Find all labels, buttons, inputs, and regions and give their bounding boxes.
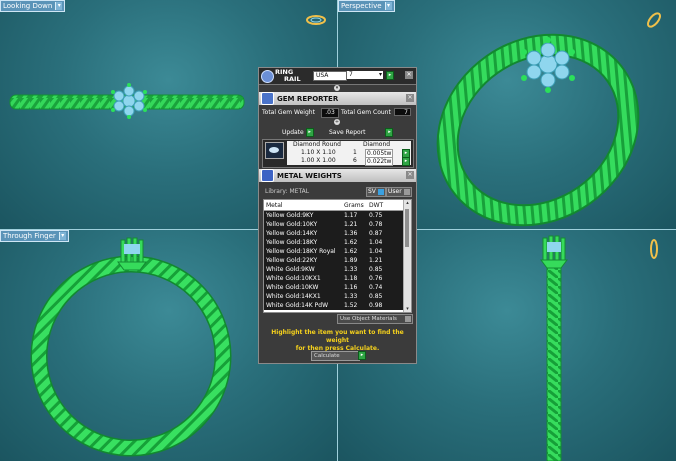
- close-icon[interactable]: ✕: [406, 94, 414, 102]
- cell-metal: White Gold:10KX1: [266, 275, 321, 282]
- total-gem-count-field[interactable]: 7: [394, 108, 411, 116]
- update-button[interactable]: Update ▸: [282, 128, 314, 137]
- cell-metal: Yellow Gold:14KY: [266, 230, 318, 237]
- collapse-arrow[interactable]: ▾: [334, 85, 340, 91]
- scroll-thumb[interactable]: [405, 209, 409, 247]
- total-gem-weight-label: Total Gem Weight: [262, 109, 315, 116]
- cell-metal: Yellow Gold:18KY: [266, 239, 318, 246]
- cell-metal: Yellow Gold:10KY: [266, 221, 318, 228]
- ring-icon: [261, 70, 274, 83]
- cell-metal: White Gold:14KX1: [266, 293, 321, 300]
- save-report-go-icon[interactable]: ▸: [385, 128, 394, 137]
- cell-metal: White Gold:14K PdW: [266, 302, 329, 309]
- cell-grams: 1.89: [344, 257, 358, 264]
- update-go-icon[interactable]: ▸: [305, 128, 314, 137]
- metal-weights-table: Metal Grams DWT Yellow Gold:9KY 1.17 0.75 Y…: [263, 199, 412, 313]
- metal-weights-header[interactable]: METAL WEIGHTS ✕: [259, 169, 416, 182]
- gem-table-col-type: Diamond: [363, 141, 391, 148]
- calculate-go-icon[interactable]: ▸: [358, 351, 366, 360]
- cell-dwt: 0.74: [369, 284, 383, 291]
- cell-grams: 1.62: [344, 239, 358, 246]
- library-label: Library: METAL: [265, 188, 310, 195]
- ring-rail-section: RING RAIL USA 7 ▾ ▸ ✕: [259, 68, 416, 85]
- cell-grams: 1.17: [344, 212, 358, 219]
- cell-dwt: 1.04: [369, 248, 383, 255]
- save-report-button[interactable]: Save Report ▸: [329, 128, 394, 137]
- table-row[interactable]: White Gold:14K PdW 1.52 0.98: [264, 301, 403, 311]
- cell-metal: Yellow Gold:22KY: [266, 257, 318, 264]
- cell-grams: 1.18: [344, 275, 358, 282]
- total-gem-count-label: Total Gem Count: [341, 109, 391, 116]
- cell-dwt: 0.75: [369, 212, 383, 219]
- cell-grams: 1.36: [344, 230, 358, 237]
- toggle-indicator: [403, 188, 410, 195]
- scroll-down-icon[interactable]: ▾: [404, 306, 411, 312]
- cell-grams: 1.33: [344, 266, 358, 273]
- gem-table-row[interactable]: 1.00 X 1.00 6 0.022tw ▸: [287, 157, 411, 166]
- chevron-down-icon[interactable]: ▾: [379, 71, 382, 79]
- gem-table: Diamond Round Diamond 1.10 X 1.10 1 0.00…: [262, 139, 414, 168]
- cell-dwt: 0.85: [369, 293, 383, 300]
- ring-size-select[interactable]: 7 ▾: [347, 71, 383, 79]
- cell-dwt: 0.76: [369, 275, 383, 282]
- total-gem-weight-field[interactable]: .03: [321, 108, 339, 118]
- gem-reporter-icon: [261, 92, 274, 105]
- collapse-arrow[interactable]: +: [334, 119, 340, 125]
- metal-weights-icon: [261, 169, 274, 182]
- scroll-up-icon[interactable]: ▴: [404, 200, 411, 206]
- checkbox-icon[interactable]: [405, 316, 411, 322]
- cell-grams: 1.33: [344, 293, 358, 300]
- gem-table-col-shape: Diamond Round: [293, 141, 341, 148]
- hint-text: Highlight the item you want to find the …: [271, 329, 404, 352]
- gem-reporter-header[interactable]: GEM REPORTER ✕: [259, 92, 416, 105]
- cell-dwt: 1.21: [369, 257, 383, 264]
- sv-toggle[interactable]: SV: [366, 187, 386, 197]
- cell-grams: 1.52: [344, 302, 358, 309]
- col-metal[interactable]: Metal: [266, 202, 283, 209]
- close-icon[interactable]: ✕: [406, 171, 414, 179]
- toggle-indicator: [377, 188, 384, 195]
- cell-dwt: 0.87: [369, 230, 383, 237]
- cell-metal: White Gold:10KW: [266, 284, 319, 291]
- cell-dwt: 0.78: [369, 221, 383, 228]
- cell-grams: 1.16: [344, 284, 358, 291]
- ring-rail-go-button[interactable]: ▸: [386, 71, 394, 80]
- diamond-icon: [265, 142, 284, 159]
- cell-dwt: 0.85: [369, 266, 383, 273]
- calculate-button[interactable]: Calculate: [311, 351, 360, 361]
- metal-table-scrollbar[interactable]: ▴ ▾: [403, 200, 411, 312]
- cell-grams: 1.21: [344, 221, 358, 228]
- cell-metal: Yellow Gold:9KY: [266, 212, 314, 219]
- cell-dwt: 1.04: [369, 239, 383, 246]
- cell-grams: 1.62: [344, 248, 358, 255]
- metal-table-header: Metal Grams DWT: [264, 200, 403, 211]
- col-grams[interactable]: Grams: [344, 202, 364, 209]
- cell-metal: Yellow Gold:18KY Royal: [266, 248, 336, 255]
- gem-table-row[interactable]: 1.10 X 1.10 1 0.005tw ▸: [287, 149, 411, 158]
- size-system-field[interactable]: USA: [313, 71, 347, 81]
- user-toggle[interactable]: User: [386, 187, 412, 197]
- cell-dwt: 0.98: [369, 302, 383, 309]
- use-object-materials-button[interactable]: Use Object Materials: [337, 314, 413, 324]
- cell-metal: White Gold:9KW: [266, 266, 315, 273]
- close-icon[interactable]: ✕: [405, 71, 413, 79]
- tool-panel: RING RAIL USA 7 ▾ ▸ ✕ ▾ GEM REPORTER ✕ T…: [258, 67, 417, 364]
- gem-row-go-icon[interactable]: ▸: [402, 157, 410, 166]
- col-dwt[interactable]: DWT: [369, 202, 383, 209]
- gem-cluster: [113, 85, 145, 117]
